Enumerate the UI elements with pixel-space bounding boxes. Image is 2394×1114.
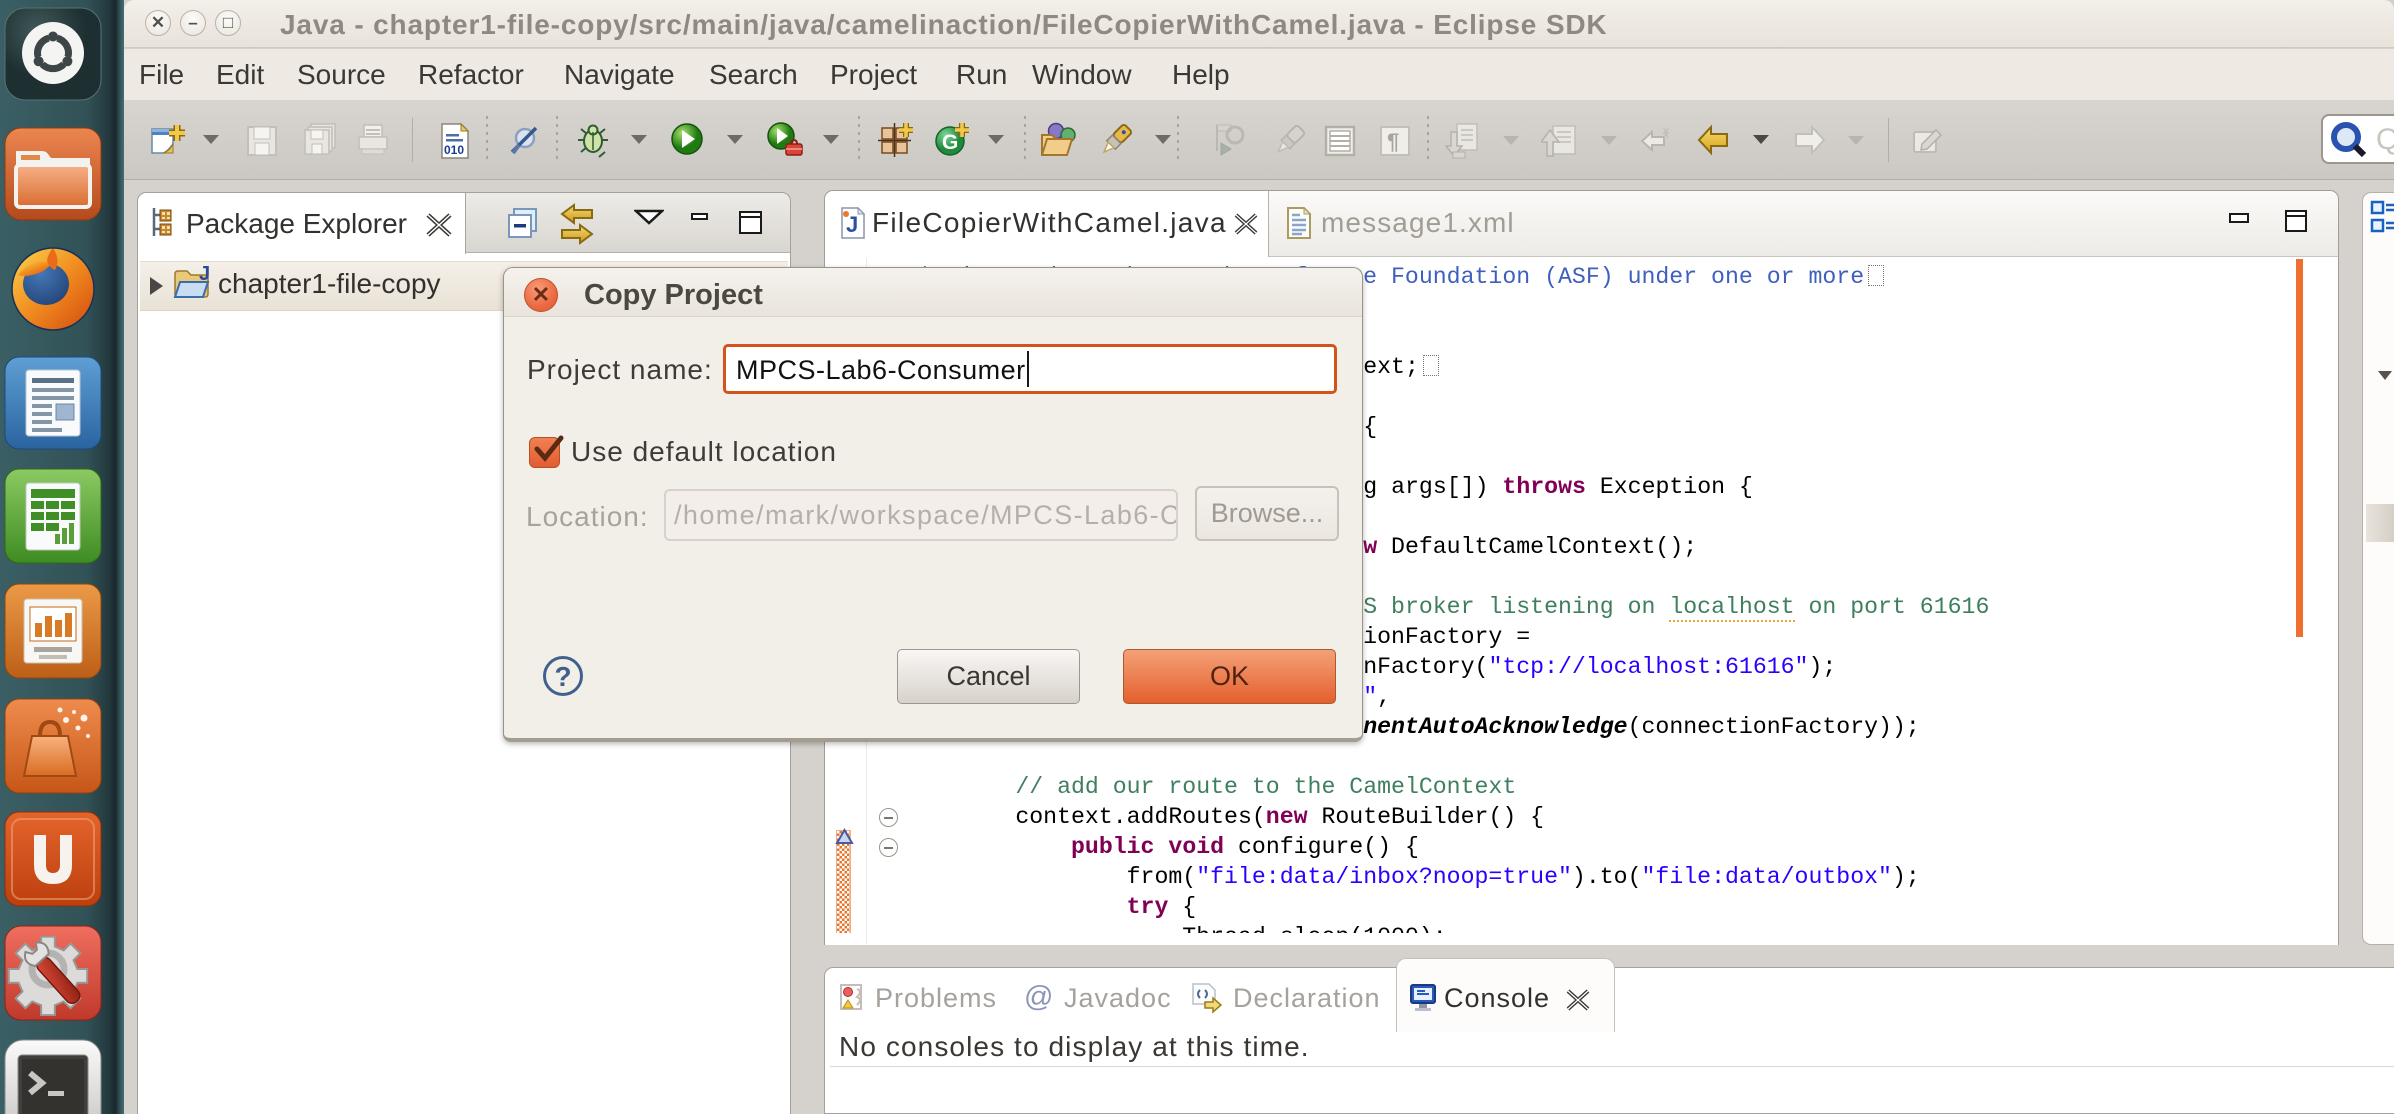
svg-text:010: 010 bbox=[444, 143, 464, 157]
svg-text:¶: ¶ bbox=[1387, 129, 1399, 154]
svg-text:J: J bbox=[199, 264, 210, 285]
svg-text:G: G bbox=[942, 131, 958, 154]
